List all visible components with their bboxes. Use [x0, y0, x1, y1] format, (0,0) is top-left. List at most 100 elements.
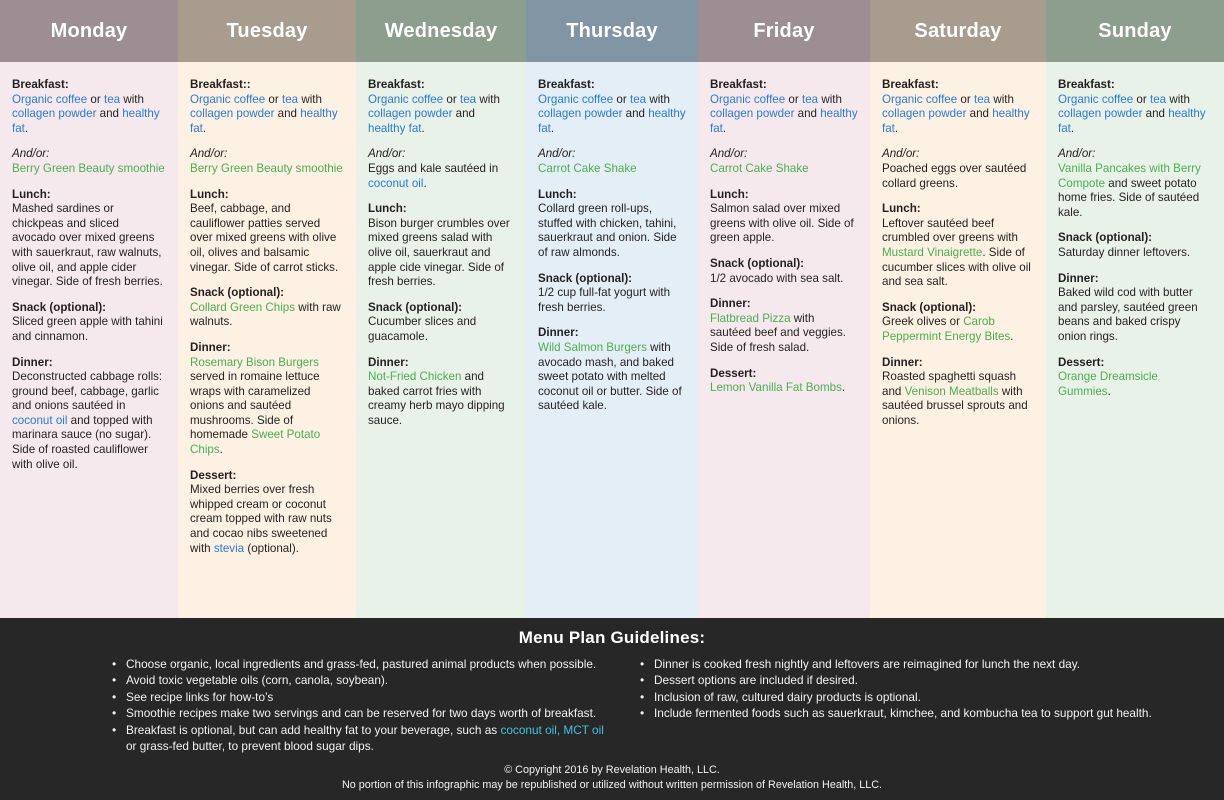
guideline-text: Avoid toxic vegetable oils (corn, canola… — [126, 673, 389, 688]
meal-text: . — [1010, 329, 1014, 343]
meal-link[interactable]: Flatbread Pizza — [710, 312, 791, 325]
meal-link[interactable]: Wild Salmon Burgers — [538, 341, 647, 354]
meal-text: and — [794, 107, 821, 121]
meal-link[interactable]: Organic coffee — [190, 93, 265, 106]
meal-link[interactable]: stevia — [214, 542, 244, 555]
meal-link[interactable]: Carrot Cake Shake — [538, 162, 637, 175]
meal-text: Bison burger crumbles over mixed greens … — [368, 216, 510, 289]
meal-description: Wild Salmon Burgers with avocado mash, a… — [538, 341, 686, 414]
meal-label: Breakfast: — [368, 78, 425, 91]
meal-link[interactable]: collagen powder — [12, 107, 96, 120]
meal-link[interactable]: Organic coffee — [1058, 93, 1133, 106]
meal-link[interactable]: Carrot Cake Shake — [710, 162, 809, 175]
meal-entry: Breakfast: Organic coffee or tea with col… — [882, 78, 1034, 136]
meal-text: with — [990, 92, 1014, 106]
meal-link[interactable]: tea — [104, 93, 120, 106]
meal-link[interactable]: collagen powder — [710, 107, 794, 120]
meal-text: Saturday dinner leftovers. — [1058, 245, 1191, 259]
meal-description: Cucumber slices and guacamole. — [368, 315, 514, 344]
meal-entry: Lunch: Beef, cabbage, and cauliflower pat… — [190, 188, 344, 276]
menu-plan-infographic: Monday Breakfast: Organic coffee or tea wi… — [0, 0, 1224, 800]
meal-link[interactable]: Rosemary Bison Burgers — [190, 356, 319, 369]
meal-entry: Snack (optional): Sliced green apple with… — [12, 301, 166, 345]
meal-link[interactable]: tea — [802, 93, 818, 106]
meal-link[interactable]: Organic coffee — [882, 93, 957, 106]
meal-link[interactable]: collagen powder — [538, 107, 622, 120]
guideline-item: Dessert options are included if desired. — [640, 672, 1212, 689]
guideline-text: Choose organic, local ingredients and gr… — [126, 657, 597, 671]
meal-entry: Breakfast:: Organic coffee or tea with co… — [190, 78, 344, 136]
meal-entry: Lunch: Mashed sardines or chickpeas and s… — [12, 188, 166, 290]
meal-text: or — [613, 92, 630, 106]
meal-entry: Breakfast: Organic coffee or tea with col… — [538, 78, 686, 136]
meal-entry: Lunch: Collard green roll-ups, stuffed wi… — [538, 188, 686, 261]
day-column-tuesday: Tuesday Breakfast:: Organic coffee or tea … — [178, 0, 356, 618]
meal-link[interactable]: collagen powder — [1058, 107, 1142, 120]
day-body-wednesday: Breakfast: Organic coffee or tea with col… — [356, 62, 526, 618]
meal-link[interactable]: Berry Green Beauty smoothie — [190, 162, 343, 175]
meal-label: And/or: — [538, 147, 576, 161]
meal-link[interactable]: tea — [974, 93, 990, 106]
meal-text: with — [476, 92, 500, 106]
meal-text: Poached eggs over sautéed collard greens… — [882, 161, 1027, 190]
meal-text: Deconstructed cabbage rolls: ground beef… — [12, 370, 163, 413]
meal-link[interactable]: Berry Green Beauty smoothie — [12, 162, 165, 175]
meal-description: Poached eggs over sautéed collard greens… — [882, 162, 1034, 191]
meal-entry: Dessert: Lemon Vanilla Fat Bombs. — [710, 367, 858, 396]
guideline-item: See recipe links for how-to’s — [112, 689, 612, 706]
meal-link[interactable]: Mustard Vinaigrette — [882, 246, 982, 259]
meal-text: and — [274, 107, 301, 121]
meal-description: 1/2 cup full-fat yogurt with fresh berri… — [538, 286, 686, 315]
meal-link[interactable]: Organic coffee — [12, 93, 87, 106]
guideline-item: Avoid toxic vegetable oils (corn, canola… — [112, 672, 612, 689]
meal-description: 1/2 avocado with sea salt. — [710, 272, 858, 287]
meal-description: Mixed berries over fresh whipped cream o… — [190, 483, 344, 556]
meal-description: Organic coffee or tea with collagen powd… — [882, 93, 1034, 137]
day-column-thursday: Thursday Breakfast: Organic coffee or tea … — [526, 0, 698, 618]
meal-link[interactable]: Lemon Vanilla Fat Bombs — [710, 381, 842, 394]
meal-link[interactable]: Organic coffee — [710, 93, 785, 106]
meal-text: . — [722, 121, 727, 135]
meal-link[interactable]: Organic coffee — [368, 93, 443, 106]
meal-description: Deconstructed cabbage rolls: ground beef… — [12, 370, 166, 472]
meal-label: Lunch: — [538, 187, 577, 201]
meal-entry: Snack (optional): 1/2 avocado with sea sa… — [710, 257, 858, 286]
day-body-sunday: Breakfast: Organic coffee or tea with col… — [1046, 62, 1224, 618]
meal-entry: Lunch: Bison burger crumbles over mixed g… — [368, 202, 514, 290]
meal-link[interactable]: collagen powder — [368, 107, 452, 120]
meal-entry: Snack (optional): 1/2 cup full-fat yogurt… — [538, 272, 686, 316]
meal-text: . — [841, 381, 846, 395]
meal-link[interactable]: coconut oil — [12, 414, 67, 427]
meal-link[interactable]: Organic coffee — [538, 93, 613, 106]
meal-label: Lunch: — [368, 202, 407, 216]
meal-text: with — [298, 92, 322, 106]
meal-link[interactable]: collagen powder — [882, 107, 966, 120]
guideline-item: Breakfast is optional, but can add healt… — [112, 722, 612, 755]
guideline-link[interactable]: coconut oil, MCT oil — [500, 723, 603, 737]
footer-guidelines: Menu Plan Guidelines: Choose organic, lo… — [0, 618, 1224, 800]
meal-link[interactable]: tea — [630, 93, 646, 106]
meal-link[interactable]: collagen powder — [190, 107, 274, 120]
meal-link[interactable]: tea — [1150, 93, 1166, 106]
meal-link[interactable]: coconut oil — [368, 177, 423, 190]
meal-text: and — [622, 107, 649, 121]
day-column-friday: Friday Breakfast: Organic coffee or tea wi… — [698, 0, 870, 618]
meal-text: Cucumber slices and guacamole. — [368, 315, 477, 343]
meal-text: or — [785, 92, 802, 106]
meal-link[interactable]: healthy fat — [368, 122, 422, 135]
meal-link[interactable]: Collard Green Chips — [190, 301, 295, 314]
meal-link[interactable]: tea — [460, 93, 476, 106]
guideline-item: Dinner is cooked fresh nightly and lefto… — [640, 656, 1212, 673]
meal-link[interactable]: Not-Fried Chicken — [368, 370, 461, 383]
day-column-monday: Monday Breakfast: Organic coffee or tea wi… — [0, 0, 178, 618]
meal-description: Orange Dreamsicle Gummies. — [1058, 370, 1212, 399]
meal-text: Beef, cabbage, and cauliflower patties s… — [190, 202, 339, 274]
meal-link[interactable]: Venison Meatballs — [905, 385, 999, 398]
meal-label: Dinner: — [190, 340, 231, 354]
meal-description: Organic coffee or tea with collagen powd… — [710, 93, 858, 137]
week-grid: Monday Breakfast: Organic coffee or tea wi… — [0, 0, 1224, 618]
meal-link[interactable]: tea — [282, 93, 298, 106]
meal-entry: Breakfast: Organic coffee or tea with col… — [12, 78, 166, 136]
meal-text: Greek olives or — [882, 315, 964, 329]
guidelines-columns: Choose organic, local ingredients and gr… — [0, 656, 1224, 754]
